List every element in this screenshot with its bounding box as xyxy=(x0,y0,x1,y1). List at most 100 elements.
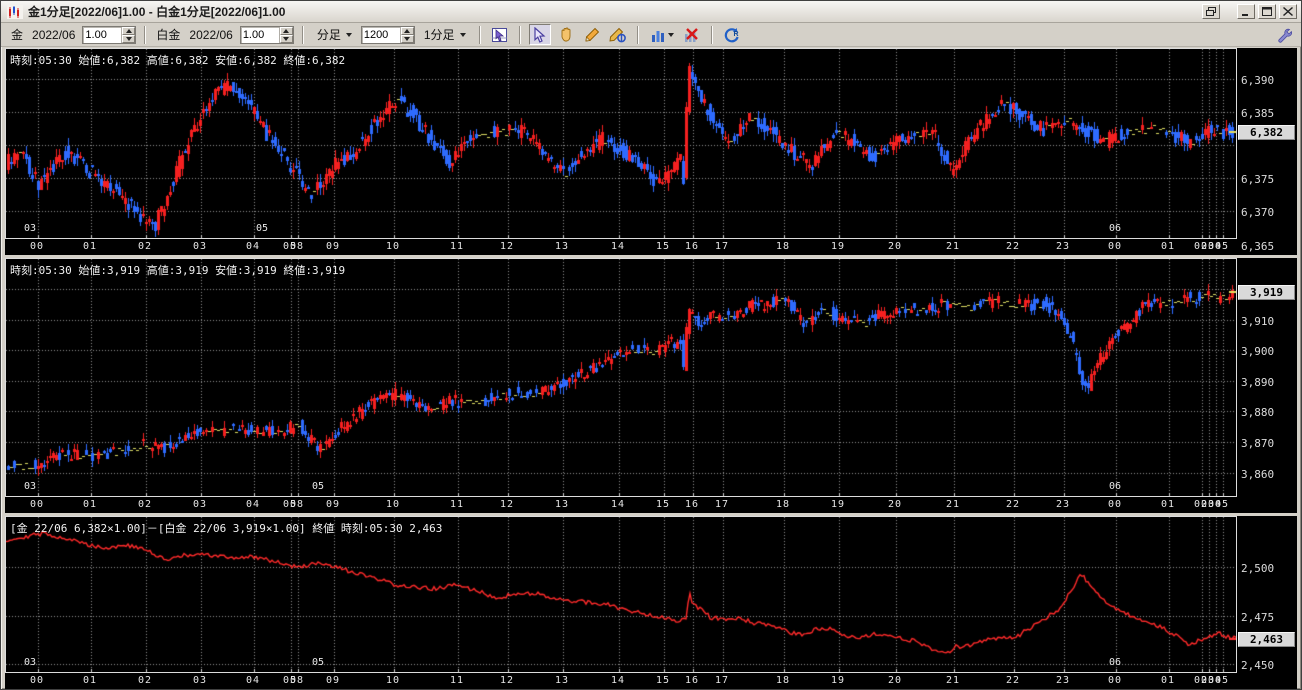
charts-area: 時刻:05:30 始値:6,382 高値:6,382 安値:6,382 終値:6… xyxy=(1,47,1301,689)
interval-dropdown[interactable]: 分足 xyxy=(312,25,357,45)
hour-label: 17 xyxy=(714,499,730,510)
last-price-box: 6,382 xyxy=(1238,125,1295,140)
window-title: 金1分足[2022/06]1.00 - 白金1分足[2022/06]1.00 xyxy=(28,5,286,19)
hour-label: 11 xyxy=(449,675,465,686)
gold-plot[interactable]: 時刻:05:30 始値:6,382 高値:6,382 安値:6,382 終値:6… xyxy=(5,48,1237,239)
hour-label: 15 xyxy=(655,241,671,252)
chart-cursor-icon xyxy=(492,27,508,42)
y-axis-label: 3,880 xyxy=(1241,406,1275,419)
chart-type-icon xyxy=(651,30,664,42)
pencil-icon xyxy=(584,27,599,42)
title-bar[interactable]: 金1分足[2022/06]1.00 - 白金1分足[2022/06]1.00 xyxy=(1,1,1301,23)
hour-label: 04 xyxy=(245,499,261,510)
draw-tools-icon xyxy=(609,27,626,42)
clear-drawings-button[interactable] xyxy=(681,24,703,45)
pan-hand-tool-button[interactable] xyxy=(555,24,577,45)
gold-label: 金 xyxy=(11,28,24,42)
gold-multiplier-down[interactable] xyxy=(122,34,136,43)
gold-y-axis: 6,390 6,385 6,375 6,370 6,365 6,382 xyxy=(1237,48,1297,255)
hour-label: 01 xyxy=(82,241,98,252)
hour-label: 04 xyxy=(245,675,261,686)
hour-label: 22 xyxy=(1005,241,1021,252)
hour-label: 14 xyxy=(610,675,626,686)
hour-label: 16 xyxy=(684,241,700,252)
hour-label: 01 xyxy=(1160,499,1176,510)
platinum-multiplier-input[interactable] xyxy=(240,26,279,43)
hour-label: 11 xyxy=(449,499,465,510)
minimize-button[interactable] xyxy=(1237,4,1255,19)
spread-chart-panel: [金 22/06 6,382×1.00]－[白金 22/06 3,919×1.0… xyxy=(5,516,1297,689)
y-axis-label: 6,365 xyxy=(1241,240,1275,253)
reload-button[interactable]: R xyxy=(721,24,743,45)
hour-label: 10 xyxy=(385,241,401,252)
hour-label: 18 xyxy=(775,241,791,252)
gold-canvas xyxy=(6,49,1236,238)
hour-label: 15 xyxy=(655,675,671,686)
hour-label: 01 xyxy=(1160,675,1176,686)
hour-label: 05 xyxy=(1214,499,1230,510)
hour-label: 08 xyxy=(289,241,305,252)
hour-label: 03 xyxy=(192,675,208,686)
y-axis-label: 2,500 xyxy=(1241,562,1275,575)
platinum-multiplier-down[interactable] xyxy=(279,34,293,43)
gold-multiplier-up[interactable] xyxy=(122,26,136,35)
draw-tools-button[interactable] xyxy=(607,24,629,45)
hour-label: 23 xyxy=(1055,499,1071,510)
bar-count-up[interactable] xyxy=(400,26,414,35)
hour-label: 19 xyxy=(830,499,846,510)
spread-canvas xyxy=(6,517,1236,672)
platinum-multiplier-up[interactable] xyxy=(279,26,293,35)
y-axis-label: 6,385 xyxy=(1241,107,1275,120)
hour-label: 21 xyxy=(945,499,961,510)
pointer-tool-button[interactable] xyxy=(528,24,551,45)
hour-label: 01 xyxy=(82,499,98,510)
y-axis-label: 2,475 xyxy=(1241,611,1275,624)
platinum-label: 白金 xyxy=(156,28,181,42)
gold-chart-panel: 時刻:05:30 始値:6,382 高値:6,382 安値:6,382 終値:6… xyxy=(5,48,1297,255)
gold-multiplier-input[interactable] xyxy=(83,26,122,43)
hour-label: 22 xyxy=(1005,675,1021,686)
hour-label: 01 xyxy=(82,675,98,686)
hour-label: 13 xyxy=(554,675,570,686)
hour-label: 17 xyxy=(714,675,730,686)
hour-label: 13 xyxy=(554,499,570,510)
toolbar-separator xyxy=(518,25,521,44)
pencil-tool-button[interactable] xyxy=(581,24,603,45)
hour-label: 09 xyxy=(325,241,341,252)
hour-label: 09 xyxy=(325,675,341,686)
hour-label: 12 xyxy=(499,499,515,510)
hour-label: 02 xyxy=(137,675,153,686)
platinum-plot[interactable]: 時刻:05:30 始値:3,919 高値:3,919 安値:3,919 終値:3… xyxy=(5,258,1237,497)
chart-type-button[interactable] xyxy=(647,24,677,45)
gold-x-axis: 00 01 02 03 04 05 08 09 10 11 12 13 14 15 16 17 18 19 20 21… xyxy=(5,239,1237,255)
hour-label: 00 xyxy=(1107,241,1123,252)
reload-icon: R xyxy=(724,27,739,42)
chart-cursor-mode-button[interactable] xyxy=(489,24,511,45)
settings-wrench-button[interactable] xyxy=(1273,24,1295,45)
y-axis-label: 6,370 xyxy=(1241,206,1275,219)
toolbar: 金 2022/06 白金 2022/06 分足 xyxy=(1,23,1301,47)
maximize-button[interactable] xyxy=(1258,4,1276,19)
hour-label: 00 xyxy=(29,499,45,510)
timeframe-dropdown[interactable]: 1分足 xyxy=(419,25,471,45)
bar-count-spinner xyxy=(360,25,415,44)
toolbar-separator xyxy=(301,25,304,44)
gold-multiplier-spinner xyxy=(82,25,137,44)
app-candlestick-icon xyxy=(7,4,23,19)
y-axis-label: 2,450 xyxy=(1241,659,1275,672)
clear-drawings-icon xyxy=(685,27,698,42)
spread-plot[interactable]: [金 22/06 6,382×1.00]－[白金 22/06 3,919×1.0… xyxy=(5,516,1237,673)
close-button[interactable] xyxy=(1279,4,1297,19)
wrench-icon xyxy=(1278,28,1292,43)
toolbar-separator xyxy=(636,25,639,44)
hour-label: 18 xyxy=(775,499,791,510)
bar-count-down[interactable] xyxy=(400,34,414,43)
float-window-button[interactable] xyxy=(1202,4,1220,19)
hour-label: 19 xyxy=(830,675,846,686)
hour-label: 12 xyxy=(499,241,515,252)
hour-label: 20 xyxy=(887,499,903,510)
hour-label: 05 xyxy=(1214,241,1230,252)
bar-count-input[interactable] xyxy=(361,26,400,43)
y-axis-label: 3,860 xyxy=(1241,468,1275,481)
platinum-canvas xyxy=(6,259,1236,496)
